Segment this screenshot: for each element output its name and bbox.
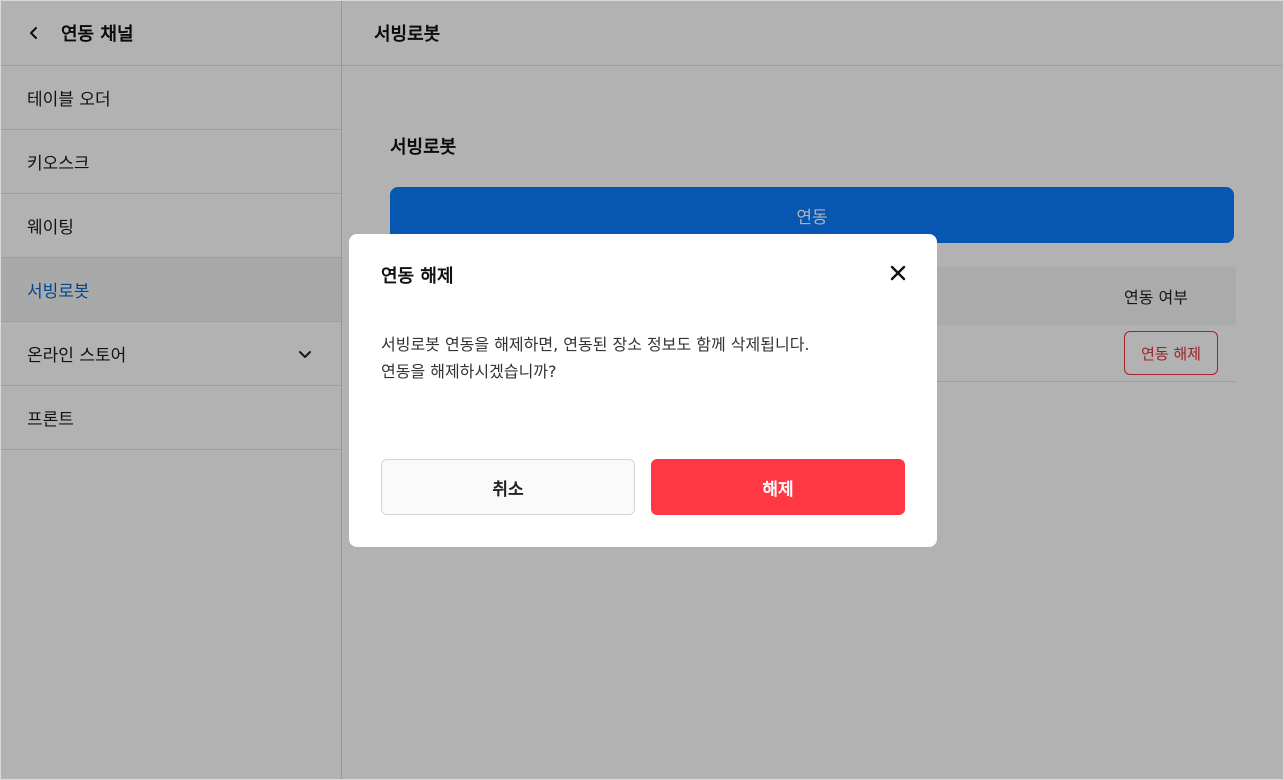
close-icon[interactable] [889, 264, 907, 282]
dialog-message-line: 연동을 해제하시겠습니까? [381, 362, 557, 381]
dialog-message: 서빙로봇 연동을 해제하면, 연동된 장소 정보도 함께 삭제됩니다. 연동을 … [381, 331, 911, 385]
confirm-disconnect-button[interactable]: 해제 [651, 459, 905, 515]
dialog-message-line: 서빙로봇 연동을 해제하면, 연동된 장소 정보도 함께 삭제됩니다. [381, 335, 810, 354]
disconnect-dialog: 연동 해제 서빙로봇 연동을 해제하면, 연동된 장소 정보도 함께 삭제됩니다… [349, 234, 937, 547]
cancel-button[interactable]: 취소 [381, 459, 635, 515]
dialog-title: 연동 해제 [381, 266, 454, 287]
app-window: 연동 채널 테이블 오더 키오스크 웨이팅 서빙로봇 온라인 스토어 프론트 서… [0, 0, 1284, 780]
